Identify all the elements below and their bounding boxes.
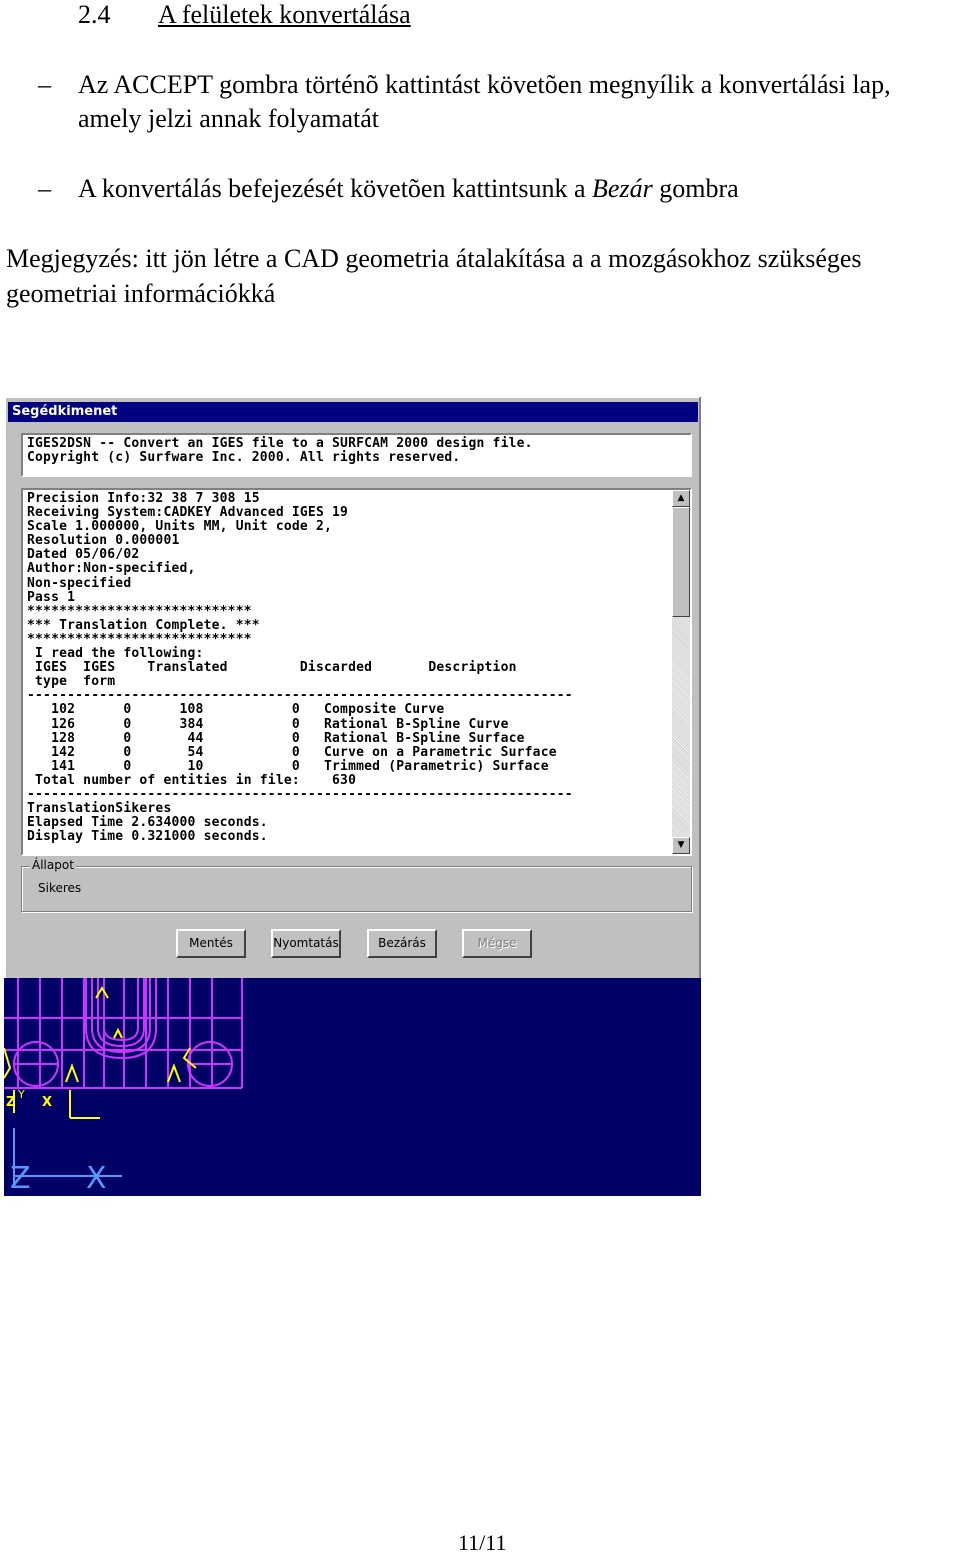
cad-geometry: Z X Y Z X <box>3 978 243 1196</box>
bullet-text: A konvertálás befejezését követõen katti… <box>78 172 958 206</box>
scroll-thumb[interactable] <box>672 507 690 617</box>
note-paragraph: Megjegyzés: itt jön létre a CAD geometri… <box>6 244 862 308</box>
bullet-text-before: A konvertálás befejezését követõen katti… <box>78 174 593 203</box>
log-text: Precision Info:32 38 7 308 15 Receiving … <box>27 491 573 845</box>
section-title: A felületek konvertálása <box>158 0 411 29</box>
axis-label-y1: Y <box>17 1088 25 1101</box>
close-button[interactable]: Bezárás <box>367 929 437 958</box>
save-button[interactable]: Mentés <box>176 929 246 958</box>
cancel-button[interactable]: Mégse <box>462 929 532 958</box>
status-value: Sikeres <box>38 881 82 895</box>
page-number: 11/11 <box>458 1530 507 1555</box>
status-group: Állapot Sikeres <box>21 858 692 912</box>
axis-label-z1: Z <box>6 1095 15 1110</box>
section-number: 2.4 <box>78 0 111 29</box>
output-dialog: Segédkimenet IGES2DSN -- Convert an IGES… <box>4 396 701 978</box>
scroll-up-icon[interactable]: ▲ <box>672 490 690 507</box>
converter-screenshot: Segédkimenet IGES2DSN -- Convert an IGES… <box>3 396 701 1196</box>
bullet-text: Az ACCEPT gombra történõ kattintást köve… <box>78 70 891 133</box>
header-text: IGES2DSN -- Convert an IGES file to a SU… <box>27 436 533 466</box>
header-textbox: IGES2DSN -- Convert an IGES file to a SU… <box>21 433 692 477</box>
bullet-text-italic: Bezár <box>592 174 653 203</box>
print-button[interactable]: Nyomtatás <box>271 929 341 958</box>
status-label: Állapot <box>30 858 76 872</box>
axis-label-x2: X <box>86 1161 107 1196</box>
log-scrollbar[interactable]: ▲ ▼ <box>672 490 690 854</box>
scroll-down-icon[interactable]: ▼ <box>672 837 690 854</box>
dialog-titlebar: Segédkimenet <box>8 402 698 422</box>
bullet-dash: – <box>38 70 51 99</box>
axis-label-x1: X <box>42 1095 52 1110</box>
bullet-dash: – <box>38 174 51 203</box>
axis-label-z2: Z <box>10 1161 31 1196</box>
log-textbox[interactable]: Precision Info:32 38 7 308 15 Receiving … <box>21 488 692 856</box>
bullet-text-after: gombra <box>652 174 739 203</box>
cad-viewport: Z X Y Z X <box>3 978 701 1196</box>
